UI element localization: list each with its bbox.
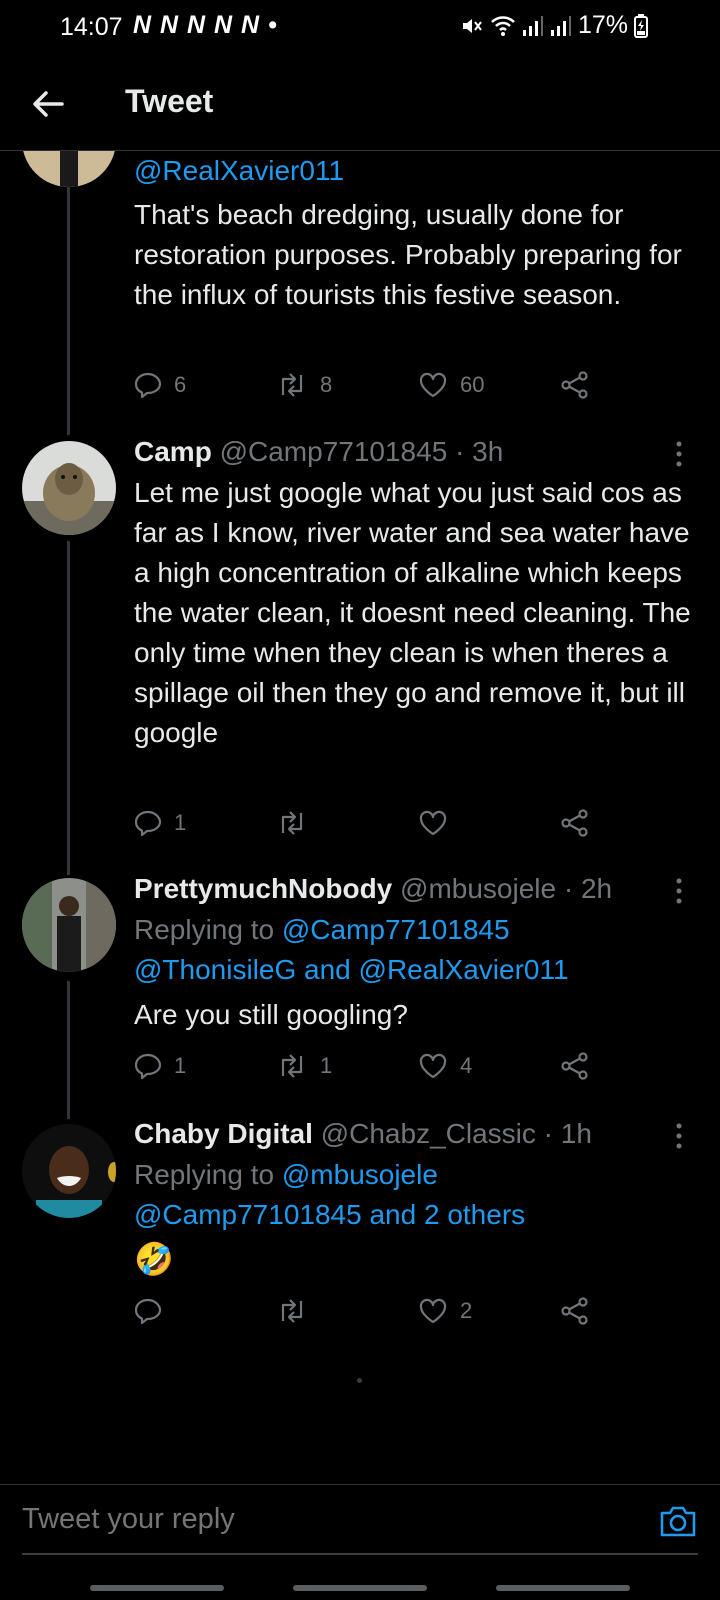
reply-to-mention[interactable]: @RealXavier011 [134, 151, 698, 191]
page-title: Tweet [125, 83, 214, 119]
display-name[interactable]: Chaby Digital [134, 1118, 313, 1149]
avatar-image [22, 151, 116, 187]
tweet-actions: 1 1 4 [134, 1048, 614, 1084]
nav-home-button[interactable] [293, 1585, 427, 1591]
share-button[interactable] [560, 805, 590, 841]
heart-icon [419, 810, 447, 836]
tweet-header: PrettymuchNobody @mbusojele · 2h [134, 873, 700, 905]
tweet-text: Are you still googling? [134, 999, 408, 1030]
avatar-image [22, 441, 116, 535]
avatar[interactable] [22, 1124, 116, 1218]
more-options-icon[interactable] [674, 876, 684, 906]
tweet-text: Let me just google what you just said co… [134, 477, 691, 748]
share-button[interactable] [560, 367, 590, 403]
app-root: 14:07 N N N N N • 17% Tweet @RealXavier0… [0, 0, 720, 1600]
reply-input[interactable] [22, 1503, 582, 1536]
reply-input-underline [22, 1553, 698, 1555]
timestamp: · 2h [563, 873, 613, 904]
replying-to: Replying to @Camp77101845 [134, 914, 510, 945]
retweet-button[interactable]: 1 [276, 1048, 332, 1084]
share-button[interactable] [560, 1293, 590, 1329]
display-name[interactable]: Camp [134, 436, 212, 467]
share-icon [561, 371, 588, 399]
user-handle[interactable]: @Camp77101845 [220, 436, 448, 467]
reply-icon [134, 810, 162, 837]
reply-icon [134, 372, 162, 399]
back-arrow-icon[interactable] [28, 84, 68, 124]
battery-charging-icon [634, 13, 648, 38]
retweet-icon [281, 1299, 303, 1323]
retweet-icon [281, 373, 303, 397]
signal-icon-1 [522, 15, 543, 36]
retweet-button[interactable] [276, 1293, 320, 1329]
retweet-button[interactable]: 8 [276, 367, 332, 403]
user-handle[interactable]: @Chabz_Classic [321, 1118, 536, 1149]
share-icon [561, 809, 588, 837]
reply-button[interactable]: 1 [134, 805, 186, 841]
camera-icon[interactable] [658, 1503, 698, 1539]
heart-icon [419, 1298, 447, 1324]
avatar[interactable] [22, 878, 116, 972]
avatar-image [22, 1124, 116, 1218]
reply-button[interactable] [134, 1293, 174, 1329]
nav-back-button[interactable] [496, 1585, 630, 1591]
reply-composer [0, 1484, 720, 1565]
reply-button[interactable]: 1 [134, 1048, 186, 1084]
status-right-group: 17% [460, 11, 648, 40]
notification-icons: N N N N N • [133, 11, 278, 39]
reply-icon [134, 1053, 162, 1080]
avatar-image [22, 878, 116, 972]
tweet-actions: 1 [134, 805, 614, 841]
avatar[interactable] [22, 441, 116, 535]
retweet-icon [281, 811, 303, 835]
replying-to: Replying to @mbusojele [134, 1159, 438, 1190]
like-button[interactable]: 60 [418, 367, 484, 403]
nav-recents-button[interactable] [90, 1585, 224, 1591]
replying-to-more[interactable]: @ThonisileG and @RealXavier011 [134, 950, 700, 990]
share-icon [561, 1052, 588, 1080]
avatar[interactable] [22, 151, 116, 187]
app-header: Tweet [0, 56, 720, 151]
heart-icon [419, 1053, 447, 1079]
retweet-button[interactable] [276, 805, 320, 841]
status-time: 14:07 [60, 13, 123, 41]
tweet-text: That's beach dredging, usually done for … [134, 199, 682, 310]
status-bar: 14:07 N N N N N • 17% [0, 0, 720, 56]
tweet-text: 🤣 [134, 1241, 174, 1277]
thread-line [67, 151, 70, 435]
thread-line [67, 541, 70, 875]
more-options-icon[interactable] [674, 1121, 684, 1151]
mention-link[interactable]: @Camp77101845 [282, 914, 510, 945]
share-icon [561, 1297, 588, 1325]
more-options-icon[interactable] [674, 439, 684, 469]
user-handle[interactable]: @mbusojele [400, 873, 556, 904]
wifi-icon [491, 15, 515, 36]
display-name[interactable]: PrettymuchNobody [134, 873, 392, 904]
signal-icon-2 [550, 15, 571, 36]
like-button[interactable]: 4 [418, 1048, 472, 1084]
tweet-header: Chaby Digital @Chabz_Classic · 1h [134, 1118, 700, 1150]
loading-indicator [357, 1378, 362, 1383]
replying-to-more[interactable]: @Camp77101845 and 2 others [134, 1195, 700, 1235]
like-button[interactable]: 2 [418, 1293, 472, 1329]
like-button[interactable] [418, 805, 460, 841]
reply-button[interactable]: 6 [134, 367, 186, 403]
tweet-actions: 2 [134, 1293, 614, 1329]
mention-link[interactable]: @mbusojele [282, 1159, 438, 1190]
heart-icon [419, 372, 447, 398]
mute-icon [462, 18, 482, 33]
thread-line [67, 981, 70, 1119]
battery-percent: 17% [577, 11, 628, 39]
reply-icon [134, 1298, 162, 1325]
tweet-actions: 6 8 60 [134, 367, 614, 403]
system-nav-bar [0, 1580, 720, 1600]
share-button[interactable] [560, 1048, 590, 1084]
timestamp: · 3h [455, 436, 504, 467]
timestamp: · 1h [543, 1118, 592, 1149]
retweet-icon [281, 1054, 303, 1078]
tweet-thread[interactable]: @RealXavier011 That's beach dredging, us… [0, 151, 720, 1371]
tweet-header: Camp @Camp77101845 · 3h [134, 436, 700, 468]
